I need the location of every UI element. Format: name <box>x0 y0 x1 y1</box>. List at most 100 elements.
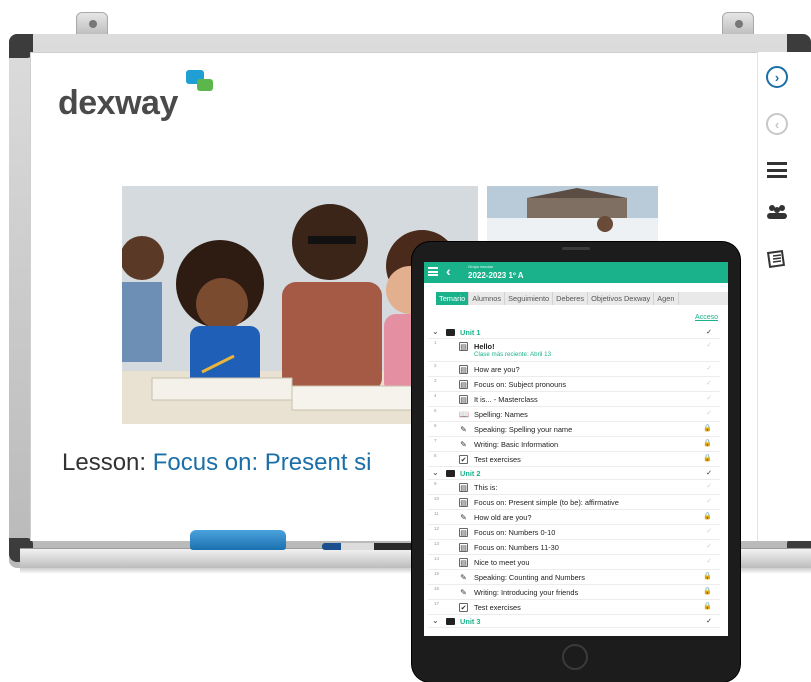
lock-icon: 🔒 <box>703 440 712 447</box>
lesson-title: Writing: Basic Information <box>474 440 559 449</box>
next-icon[interactable]: › <box>764 64 790 90</box>
unit-title: Unit 1 <box>460 328 481 337</box>
previous-icon[interactable]: ‹ <box>764 111 790 137</box>
lesson-row[interactable]: 2 ▤ How are you? ✓ <box>428 362 720 377</box>
notebook-glyph <box>767 250 786 268</box>
lesson-title: Test exercises <box>474 603 521 612</box>
users-icon[interactable] <box>764 199 790 225</box>
book-icon: 📖 <box>459 410 469 419</box>
pencil-icon: ✎ <box>460 425 467 434</box>
unit-row[interactable]: ⌄ Unit 3 ✓ <box>428 615 720 628</box>
lesson-row[interactable]: 10 ▤ Focus on: Present simple (to be): aff… <box>428 495 720 510</box>
page-icon: ▤ <box>459 365 468 374</box>
app-header: ‹ Grupo escolar 2022-2023 1º A <box>424 262 728 283</box>
tab-temario[interactable]: Temario <box>436 292 470 305</box>
tab-deberes[interactable]: Deberes <box>553 292 589 305</box>
access-link[interactable]: Acceso <box>695 314 718 321</box>
check-icon: ✓ <box>706 342 712 349</box>
check-icon: ✓ <box>706 498 712 505</box>
tab-bar: Temario Alumnos Seguimiento Deberes Obje… <box>436 292 728 305</box>
page-icon: ▤ <box>459 380 468 389</box>
menu-icon[interactable] <box>428 267 438 276</box>
check-icon: ✓ <box>706 380 712 387</box>
lesson-row[interactable]: 4 ▤ It is... - Masterclass ✓ <box>428 392 720 407</box>
unit-title: Unit 3 <box>460 617 481 626</box>
list-icon[interactable] <box>764 157 790 183</box>
lesson-title: Hello! <box>474 342 495 351</box>
lesson-row[interactable]: 9 ▤ This is: ✓ <box>428 480 720 495</box>
group-label: Grupo escolar <box>468 264 494 269</box>
lesson-number: 15 <box>434 571 440 576</box>
page-icon: ▤ <box>459 543 468 552</box>
tab-alumnos[interactable]: Alumnos <box>469 292 506 305</box>
pencil-icon: ✎ <box>460 588 467 597</box>
lesson-number: 6 <box>434 423 437 428</box>
lesson-row[interactable]: 3 ▤ Focus on: Subject pronouns ✓ <box>428 377 720 392</box>
lesson-title: Writing: Introducing your friends <box>474 588 579 597</box>
lesson-number: 3 <box>434 378 437 383</box>
lesson-row[interactable]: 8 ✔ Test exercises 🔒 <box>428 452 720 467</box>
page-icon: ▤ <box>459 498 468 507</box>
lesson-title: This is: <box>474 483 498 492</box>
syllabus-list: ⌄ Unit 1 ✓ 1 ▤ Hello! Clase más reciente: Abri… <box>428 326 720 628</box>
check-icon: ✓ <box>706 528 712 535</box>
tablet-speaker <box>562 247 590 250</box>
tablet-screen: ‹ Grupo escolar 2022-2023 1º A Temario A… <box>424 262 728 636</box>
status-check-icon: ✓ <box>706 470 712 477</box>
folder-icon <box>446 618 455 625</box>
chevron-down-icon[interactable]: ⌄ <box>432 327 439 336</box>
lesson-row[interactable]: 5 📖 Spelling: Names ✓ <box>428 407 720 422</box>
back-icon[interactable]: ‹ <box>446 263 451 279</box>
lesson-number: 7 <box>434 438 437 443</box>
page-icon: ▤ <box>459 483 468 492</box>
lesson-row[interactable]: 12 ▤ Focus on: Numbers 0-10 ✓ <box>428 525 720 540</box>
lesson-title: Spelling: Names <box>474 410 528 419</box>
lesson-row[interactable]: 15 ✎ Speaking: Counting and Numbers 🔒 <box>428 570 720 585</box>
lesson-number: 12 <box>434 526 440 531</box>
group-name: 2022-2023 1º A <box>468 271 524 280</box>
lock-icon: 🔒 <box>703 513 712 520</box>
chevron-down-icon[interactable]: ⌄ <box>432 468 439 477</box>
lesson-title: Speaking: Spelling your name <box>474 425 573 434</box>
next-circle: › <box>766 66 788 88</box>
unit-row[interactable]: ⌄ Unit 1 ✓ <box>428 326 720 339</box>
lesson-row[interactable]: 1 ▤ Hello! Clase más reciente: Abril 13 ✓ <box>428 339 720 362</box>
thumbnail-illustration <box>487 186 658 241</box>
whiteboard-eraser <box>190 530 286 550</box>
lesson-number: 17 <box>434 601 440 606</box>
notebook-icon[interactable] <box>764 246 790 272</box>
tab-objetivos[interactable]: Objetivos Dexway <box>588 292 655 305</box>
lesson-number: 13 <box>434 541 440 546</box>
lesson-title: How old are you? <box>474 513 532 522</box>
lesson-row[interactable]: 7 ✎ Writing: Basic Information 🔒 <box>428 437 720 452</box>
lesson-row[interactable]: 16 ✎ Writing: Introducing your friends 🔒 <box>428 585 720 600</box>
page-icon: ▤ <box>459 558 468 567</box>
chevron-down-icon[interactable]: ⌄ <box>432 616 439 625</box>
check-icon: ✓ <box>706 395 712 402</box>
tab-agenda[interactable]: Agen <box>654 292 679 305</box>
lesson-row[interactable]: 6 ✎ Speaking: Spelling your name 🔒 <box>428 422 720 437</box>
lock-icon: 🔒 <box>703 588 712 595</box>
logo-chat-bubble-icon <box>197 79 213 91</box>
lesson-row[interactable]: 11 ✎ How old are you? 🔒 <box>428 510 720 525</box>
lesson-row[interactable]: 13 ▤ Focus on: Numbers 11-30 ✓ <box>428 540 720 555</box>
tab-seguimiento[interactable]: Seguimiento <box>505 292 554 305</box>
pencil-icon: ✎ <box>460 513 467 522</box>
folder-icon <box>446 329 455 336</box>
lesson-number: 2 <box>434 363 437 368</box>
tablet-home-button[interactable] <box>562 644 588 670</box>
unit-row[interactable]: ⌄ Unit 2 ✓ <box>428 467 720 480</box>
pencil-icon: ✎ <box>460 440 467 449</box>
lesson-title: Speaking: Counting and Numbers <box>474 573 585 582</box>
lesson-number: 11 <box>434 511 439 516</box>
lesson-row[interactable]: 14 ▤ Nice to meet you ✓ <box>428 555 720 570</box>
lesson-title: It is... - Masterclass <box>474 395 538 404</box>
pencil-icon: ✎ <box>460 573 467 582</box>
board-hook-right <box>722 12 754 36</box>
check-icon: ✓ <box>706 483 712 490</box>
thumbnail-photo <box>487 186 658 241</box>
lesson-row[interactable]: 17 ✔ Test exercises 🔒 <box>428 600 720 615</box>
lesson-number: 9 <box>434 481 437 486</box>
check-icon: ✓ <box>706 410 712 417</box>
lesson-title: How are you? <box>474 365 520 374</box>
